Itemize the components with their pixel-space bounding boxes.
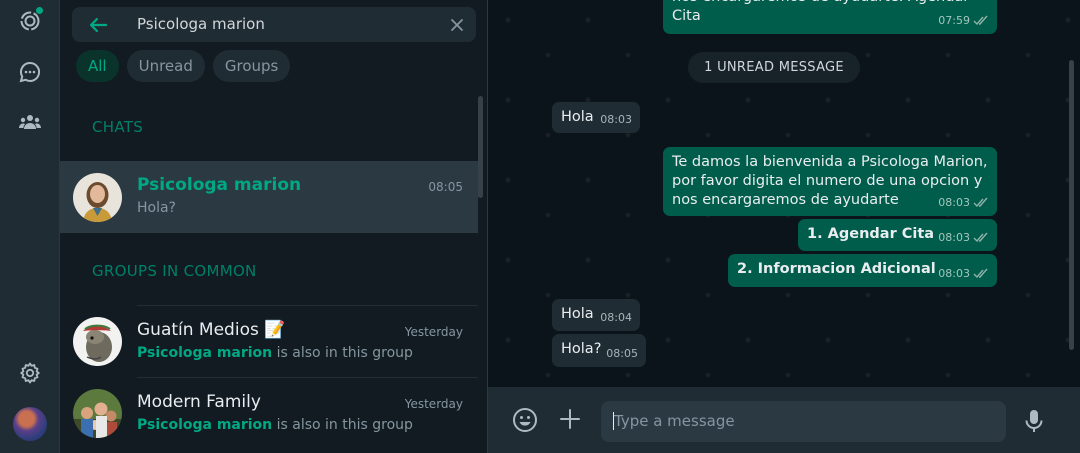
group-time: Yesterday xyxy=(404,397,463,411)
group-subtitle: Psicologa marion is also in this group xyxy=(137,417,413,433)
search-bar[interactable]: Psicologa marion xyxy=(72,7,476,42)
group-row[interactable]: Modern Family Yesterday Psicologa marion… xyxy=(60,377,478,449)
section-title-groups: GROUPS IN COMMON xyxy=(92,262,257,280)
message-meta: 08:03 xyxy=(938,264,989,283)
communities-icon xyxy=(19,115,41,129)
message-outgoing: nos encargaremos de ayudarte. Agendar Ci… xyxy=(663,0,997,34)
message-text: Hola xyxy=(561,306,594,322)
conversation-panel: nos encargaremos de ayudarte. Agendar Ci… xyxy=(488,0,1080,453)
sidebar-scrollbar[interactable] xyxy=(478,96,483,198)
chat-time: 08:05 xyxy=(428,180,463,194)
message-outgoing: Te damos la bienvenida a Psicologa Mario… xyxy=(663,147,997,216)
message-time: 08:05 xyxy=(606,347,638,360)
microphone-icon[interactable] xyxy=(1023,408,1045,434)
message-meta: 08:03 xyxy=(938,193,989,212)
group-time: Yesterday xyxy=(404,325,463,339)
group-member-text: is also in this group xyxy=(272,345,413,361)
settings-button[interactable] xyxy=(15,358,45,388)
message-time: 08:03 xyxy=(938,196,970,209)
filter-all[interactable]: All xyxy=(76,50,119,82)
profile-avatar[interactable] xyxy=(13,407,47,441)
filter-unread[interactable]: Unread xyxy=(126,50,205,82)
message-time: 07:59 xyxy=(938,14,970,27)
chat-preview: Hola? xyxy=(137,200,176,216)
message-text: Hola xyxy=(561,109,594,125)
group-row[interactable]: Guatín Medios 📝 Yesterday Psicologa mari… xyxy=(60,305,478,377)
contact-avatar xyxy=(73,173,122,222)
whatsapp-window: Psicologa marion All Unread Groups CHATS… xyxy=(0,0,1080,453)
message-time: 08:04 xyxy=(600,311,632,324)
message-meta: 08:03 xyxy=(938,228,989,247)
message-text: nos encargaremos de ayudarte. Agendar Ci… xyxy=(672,0,969,24)
nav-rail xyxy=(0,0,60,453)
filter-chips: All Unread Groups xyxy=(76,50,291,82)
unread-divider: 1 UNREAD MESSAGE xyxy=(688,52,860,83)
attach-plus-icon[interactable] xyxy=(558,407,582,431)
filter-groups[interactable]: Groups xyxy=(212,50,291,82)
read-ticks-icon xyxy=(973,268,988,279)
message-meta: 07:59 xyxy=(938,11,989,30)
message-text: 1. Agendar Cita xyxy=(807,226,935,242)
gear-icon xyxy=(20,362,40,384)
group-member-name: Psicologa marion xyxy=(137,345,273,361)
message-incoming: Hola? 08:05 xyxy=(552,334,646,367)
channels-button[interactable] xyxy=(15,57,45,87)
back-arrow-icon[interactable] xyxy=(86,13,110,37)
message-composer: Type a message xyxy=(488,387,1080,453)
message-text: Hola? xyxy=(561,341,602,357)
message-outgoing: 1. Agendar Cita 08:03 xyxy=(798,219,997,251)
section-title-chats: CHATS xyxy=(92,118,144,136)
message-time: 08:03 xyxy=(938,231,970,244)
group-name: Modern Family xyxy=(137,392,261,412)
channels-icon xyxy=(19,61,41,83)
group-member-text: is also in this group xyxy=(272,417,413,433)
communities-button[interactable] xyxy=(15,107,45,137)
chat-list-panel: Psicologa marion All Unread Groups CHATS… xyxy=(60,0,488,453)
read-ticks-icon xyxy=(973,197,988,208)
message-time: 08:03 xyxy=(938,267,970,280)
message-input[interactable]: Type a message xyxy=(601,401,1006,442)
group-avatar xyxy=(73,389,122,438)
message-outgoing: 2. Informacion Adicional 08:03 xyxy=(728,254,997,287)
message-time: 08:03 xyxy=(600,113,632,126)
status-unread-dot xyxy=(36,7,43,14)
emoji-icon[interactable] xyxy=(512,407,538,433)
group-subtitle: Psicologa marion is also in this group xyxy=(137,345,413,361)
group-avatar xyxy=(73,317,122,366)
group-member-name: Psicologa marion xyxy=(137,417,273,433)
message-incoming: Hola 08:03 xyxy=(552,102,640,133)
chat-name: Psicologa marion xyxy=(137,175,302,195)
close-icon[interactable] xyxy=(448,16,466,34)
chat-row[interactable]: Psicologa marion 08:05 Hola? xyxy=(60,161,478,233)
read-ticks-icon xyxy=(973,232,988,243)
chat-scrollbar[interactable] xyxy=(1069,60,1074,350)
group-name: Guatín Medios 📝 xyxy=(137,320,286,340)
status-button[interactable] xyxy=(15,6,45,36)
search-input[interactable]: Psicologa marion xyxy=(137,15,265,33)
message-placeholder: Type a message xyxy=(614,412,735,430)
message-text: 2. Informacion Adicional xyxy=(737,261,936,277)
message-incoming: Hola 08:04 xyxy=(552,299,640,331)
read-ticks-icon xyxy=(973,15,988,26)
